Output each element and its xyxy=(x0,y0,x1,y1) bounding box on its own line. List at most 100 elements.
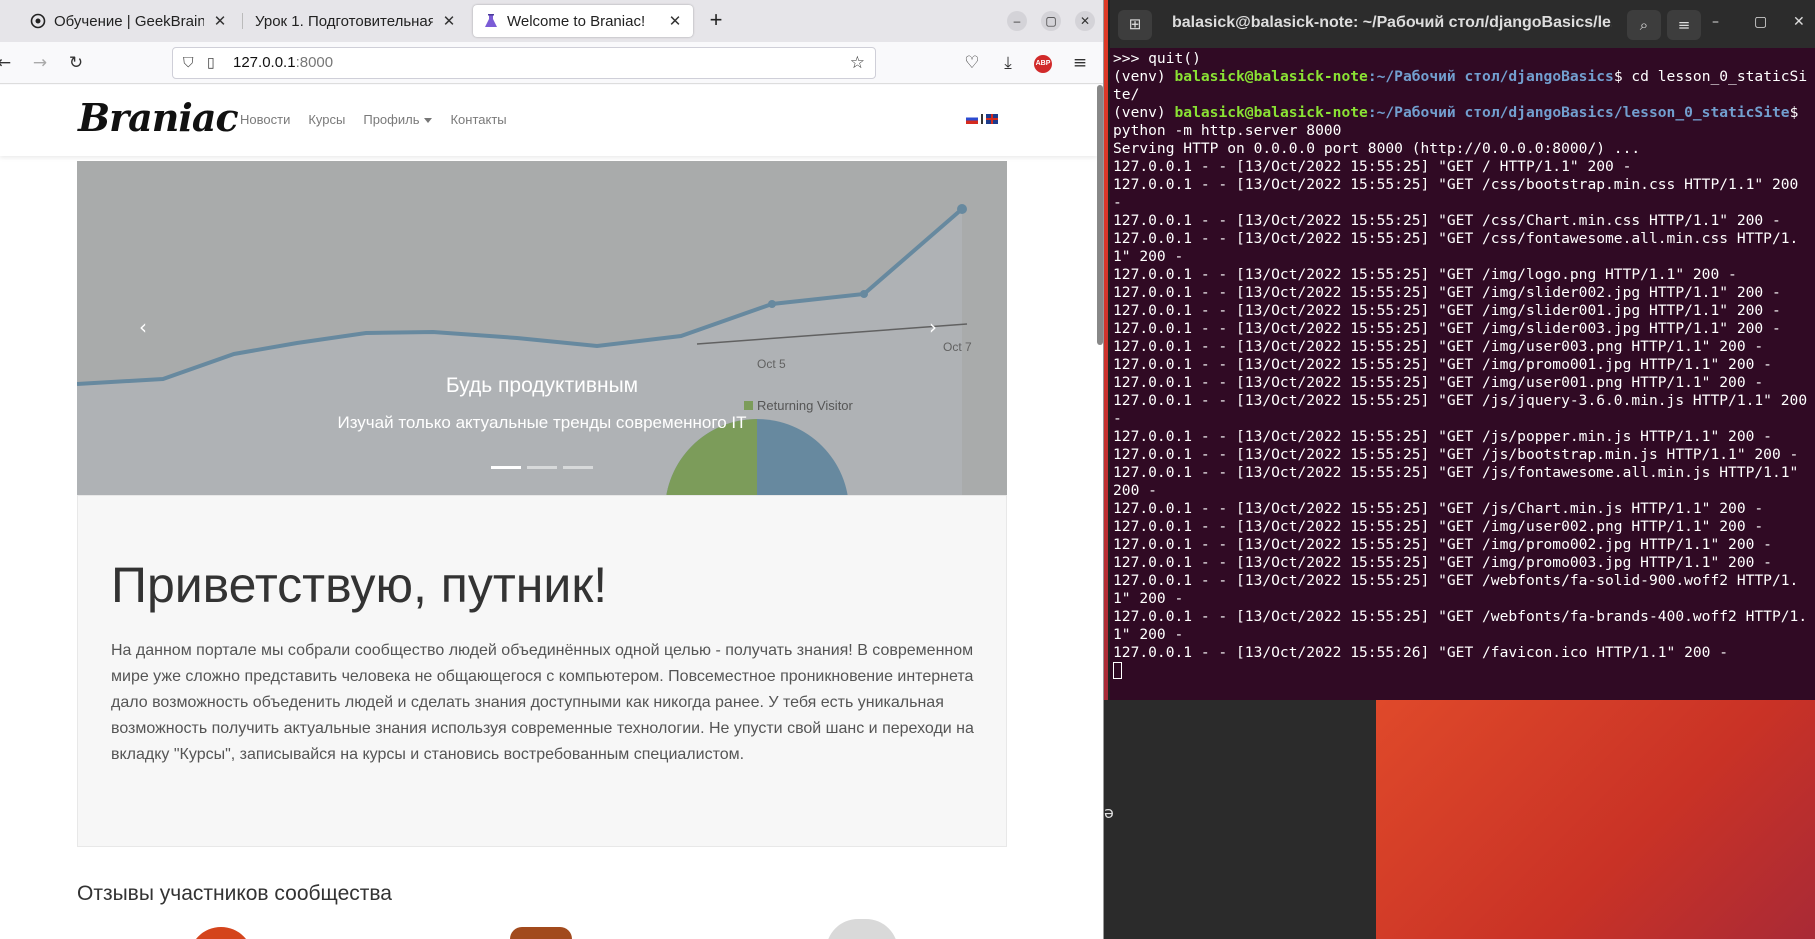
reviews-heading: Отзывы участников сообщества xyxy=(77,882,392,905)
browser-window: Обучение | GeekBrains - ✕ Урок 1. Подгот… xyxy=(0,0,1104,939)
new-terminal-tab-icon[interactable]: ⊞ xyxy=(1118,10,1152,40)
menu-item-contacts[interactable]: Контакты xyxy=(450,112,506,127)
welcome-jumbotron: Приветствую, путник! На данном портале м… xyxy=(77,495,1007,847)
bookmark-star-icon[interactable]: ☆ xyxy=(850,53,865,73)
close-window-button[interactable]: ✕ xyxy=(1075,11,1095,31)
browser-toolbar: ← → ↻ ⛉ ▯ 127.0.0.1:8000 ☆ ♡ ⤓ ABP ≡ xyxy=(0,42,1103,84)
terminal-header: ⊞ balasick@balasick-note: ~/Рабочий стол… xyxy=(1110,0,1815,48)
terminal-text: 127.0.0.1 - - [13/Oct/2022 15:55:25] "GE… xyxy=(1113,158,1632,175)
terminal-path: :~/Рабочий стол/djangoBasics/lesson_0_st… xyxy=(1367,104,1790,121)
terminal-text: 127.0.0.1 - - [13/Oct/2022 15:55:25] "GE… xyxy=(1113,392,1808,427)
terminal-line: 127.0.0.1 - - [13/Oct/2022 15:55:25] "GE… xyxy=(1113,392,1815,428)
maximize-button[interactable]: ▢ xyxy=(1754,14,1767,30)
terminal-line: 127.0.0.1 - - [13/Oct/2022 15:55:25] "GE… xyxy=(1113,536,1815,554)
terminal-line: (venv) balasick@balasick-note:~/Рабочий … xyxy=(1113,68,1815,104)
flag-ru-icon[interactable] xyxy=(966,114,978,124)
url-text[interactable]: 127.0.0.1:8000 xyxy=(233,54,333,71)
terminal-cursor-line xyxy=(1113,662,1815,680)
tab-strip: Обучение | GeekBrains - ✕ Урок 1. Подгот… xyxy=(0,0,1103,42)
terminal-line: 127.0.0.1 - - [13/Oct/2022 15:55:25] "GE… xyxy=(1113,338,1815,356)
terminal-text: 127.0.0.1 - - [13/Oct/2022 15:55:25] "GE… xyxy=(1113,500,1764,517)
new-tab-button[interactable]: + xyxy=(702,7,730,35)
terminal-text: 127.0.0.1 - - [13/Oct/2022 15:55:25] "GE… xyxy=(1113,428,1772,445)
terminal-user: balasick@balasick-note xyxy=(1174,68,1368,85)
avatar xyxy=(510,927,572,939)
terminal-output[interactable]: >>> quit() (venv) balasick@balasick-note:… xyxy=(1113,50,1815,680)
terminal-venv: (venv) xyxy=(1113,104,1175,121)
close-icon[interactable]: ✕ xyxy=(667,12,683,30)
tab-lesson[interactable]: Урок 1. Подготовительная ✕ xyxy=(245,5,467,37)
terminal-text: 127.0.0.1 - - [13/Oct/2022 15:55:25] "GE… xyxy=(1113,572,1799,607)
reload-icon[interactable]: ↻ xyxy=(64,51,88,75)
terminal-line: 127.0.0.1 - - [13/Oct/2022 15:55:25] "GE… xyxy=(1113,356,1815,374)
terminal-text: 127.0.0.1 - - [13/Oct/2022 15:55:25] "GE… xyxy=(1113,230,1799,265)
menu-item-news[interactable]: Новости xyxy=(240,112,290,127)
url-bar[interactable]: ⛉ ▯ 127.0.0.1:8000 ☆ xyxy=(172,47,876,79)
tab-label: Обучение | GeekBrains - xyxy=(54,12,204,30)
terminal-text: 127.0.0.1 - - [13/Oct/2022 15:55:25] "GE… xyxy=(1113,554,1772,571)
terminal-line: 127.0.0.1 - - [13/Oct/2022 15:55:25] "GE… xyxy=(1113,428,1815,446)
terminal-text: Serving HTTP on 0.0.0.0 port 8000 (http:… xyxy=(1113,140,1641,157)
page-icon[interactable]: ▯ xyxy=(207,54,215,71)
terminal-line: 127.0.0.1 - - [13/Oct/2022 15:55:25] "GE… xyxy=(1113,464,1815,500)
carousel-indicator-1[interactable] xyxy=(491,466,521,469)
terminal-line: 127.0.0.1 - - [13/Oct/2022 15:55:25] "GE… xyxy=(1113,284,1815,302)
terminal-text: 127.0.0.1 - - [13/Oct/2022 15:55:25] "GE… xyxy=(1113,266,1737,283)
terminal-line: 127.0.0.1 - - [13/Oct/2022 15:55:25] "GE… xyxy=(1113,554,1815,572)
close-icon[interactable]: ✕ xyxy=(212,12,228,30)
carousel-title: Будь продуктивным xyxy=(445,374,639,397)
search-icon[interactable]: ⌕ xyxy=(1627,10,1661,40)
flag-separator xyxy=(981,114,983,124)
terminal-line: 127.0.0.1 - - [13/Oct/2022 15:55:25] "GE… xyxy=(1113,212,1815,230)
tab-braniac[interactable]: Welcome to Braniac! ✕ xyxy=(473,5,693,37)
site-logo[interactable]: Braniac xyxy=(78,95,239,140)
back-icon[interactable]: ← xyxy=(0,51,16,75)
forward-icon[interactable]: → xyxy=(28,51,52,75)
menu-item-courses[interactable]: Курсы xyxy=(308,112,345,127)
terminal-text: 127.0.0.1 - - [13/Oct/2022 15:55:25] "GE… xyxy=(1113,212,1781,229)
hero-title: Приветствую, путник! xyxy=(111,557,608,613)
terminal-line: 127.0.0.1 - - [13/Oct/2022 15:55:25] "GE… xyxy=(1113,320,1815,338)
terminal-line: 127.0.0.1 - - [13/Oct/2022 15:55:25] "GE… xyxy=(1113,572,1815,608)
url-host: 127.0.0.1 xyxy=(233,54,296,71)
terminal-text: 127.0.0.1 - - [13/Oct/2022 15:55:25] "GE… xyxy=(1113,356,1772,373)
menu-item-profile[interactable]: Профиль xyxy=(363,112,433,127)
menu-item-label: Профиль xyxy=(363,112,420,127)
tab-label: Welcome to Braniac! xyxy=(507,12,646,30)
carousel-next-icon[interactable]: › xyxy=(929,315,937,339)
terminal-line: 127.0.0.1 - - [13/Oct/2022 15:55:26] "GE… xyxy=(1113,644,1815,662)
terminal-line: 127.0.0.1 - - [13/Oct/2022 15:55:25] "GE… xyxy=(1113,266,1815,284)
shield-icon[interactable]: ⛉ xyxy=(183,54,194,71)
terminal-text: 127.0.0.1 - - [13/Oct/2022 15:55:25] "GE… xyxy=(1113,518,1764,535)
terminal-text: 127.0.0.1 - - [13/Oct/2022 15:55:25] "GE… xyxy=(1113,176,1808,211)
adblock-icon[interactable]: ABP xyxy=(1034,55,1052,73)
site-menu: Новости Курсы Профиль Контакты xyxy=(240,112,507,127)
tab-geekbrains[interactable]: Обучение | GeekBrains - ✕ xyxy=(20,5,238,37)
carousel-indicator-2[interactable] xyxy=(527,466,557,469)
pocket-icon[interactable]: ♡ xyxy=(960,51,984,75)
minimize-button[interactable]: – xyxy=(1007,11,1027,31)
terminal-line: 127.0.0.1 - - [13/Oct/2022 15:55:25] "GE… xyxy=(1113,608,1815,644)
carousel-indicator-3[interactable] xyxy=(563,466,593,469)
hamburger-menu-icon[interactable]: ≡ xyxy=(1068,51,1092,75)
hero-carousel: Oct 5 Oct 7 Returning Visitor ‹ › Будь п… xyxy=(77,161,1007,495)
terminal-line: 127.0.0.1 - - [13/Oct/2022 15:55:25] "GE… xyxy=(1113,230,1815,266)
terminal-line: >>> quit() xyxy=(1113,50,1815,68)
download-icon[interactable]: ⤓ xyxy=(996,51,1020,75)
close-window-button[interactable]: ✕ xyxy=(1793,14,1805,30)
carousel-prev-icon[interactable]: ‹ xyxy=(139,315,147,339)
maximize-button[interactable]: ▢ xyxy=(1041,11,1061,31)
page-scrollbar[interactable] xyxy=(1097,85,1103,345)
terminal-title: balasick@balasick-note: ~/Рабочий стол/d… xyxy=(1172,14,1612,31)
terminal-path: :~/Рабочий стол/djangoBasics xyxy=(1367,68,1614,85)
tab-separator xyxy=(242,13,243,29)
close-icon[interactable]: ✕ xyxy=(441,12,457,30)
terminal-text: 127.0.0.1 - - [13/Oct/2022 15:55:25] "GE… xyxy=(1113,464,1808,499)
hero-text: На данном портале мы собрали сообщество … xyxy=(111,642,974,763)
terminal-text: 127.0.0.1 - - [13/Oct/2022 15:55:25] "GE… xyxy=(1113,338,1764,355)
flag-en-icon[interactable] xyxy=(986,114,998,124)
menu-icon[interactable]: ≡ xyxy=(1667,10,1701,40)
terminal-cursor xyxy=(1113,662,1122,679)
background-window: ǝ xyxy=(1104,700,1376,939)
minimize-button[interactable]: – xyxy=(1712,14,1719,30)
